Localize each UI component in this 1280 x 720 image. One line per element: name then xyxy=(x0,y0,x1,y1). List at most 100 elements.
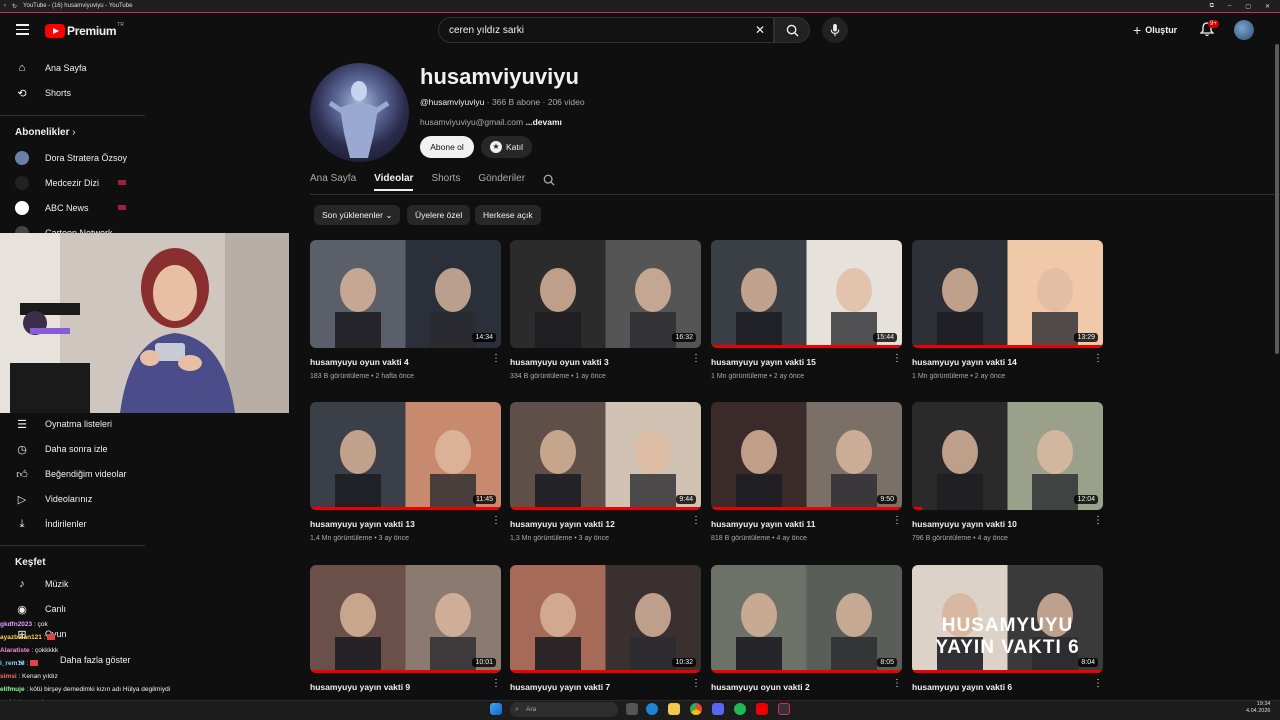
video-card[interactable]: 10:01 husamyuyu yayın vakti 9 ⋮ xyxy=(310,565,501,698)
channel-search-icon[interactable] xyxy=(543,174,555,186)
sidebar-item-liked[interactable]: 👍︎ Beğendiğim videolar xyxy=(0,462,150,486)
system-clock[interactable]: 19:34 4.04.2026 xyxy=(1246,701,1270,715)
video-thumbnail[interactable]: 10:32 xyxy=(510,565,701,673)
more-options-icon[interactable]: ⋮ xyxy=(892,354,902,364)
close-window-icon[interactable]: ✕ xyxy=(1265,3,1270,10)
tab-shorts[interactable]: Shorts xyxy=(431,173,460,191)
minimize-icon[interactable]: – xyxy=(1228,3,1231,10)
obs-icon[interactable] xyxy=(778,703,790,715)
video-card[interactable]: 9:50 husamyuyu yayın vakti 11 818 B görünt… xyxy=(711,402,902,542)
more-options-icon[interactable]: ⋮ xyxy=(892,516,902,526)
reload-icon[interactable]: ↻ xyxy=(12,3,17,10)
back-icon[interactable]: ‹ xyxy=(4,3,6,9)
video-title[interactable]: husamyuyu yayın vakti 6 xyxy=(912,682,1103,692)
sidebar-item-home[interactable]: ⌂ Ana Sayfa xyxy=(0,56,150,80)
video-thumbnail[interactable]: 13:29 xyxy=(912,240,1103,348)
video-title[interactable]: husamyuyu oyun vakti 3 xyxy=(510,357,701,367)
video-thumbnail[interactable]: 9:50 xyxy=(711,402,902,510)
extension-icon[interactable]: ⧉ xyxy=(1210,3,1214,10)
video-title[interactable]: husamyuyu oyun vakti 4 xyxy=(310,357,501,367)
video-thumbnail[interactable]: HUSAMYUYU YAYIN VAKTI 6 8:04 xyxy=(912,565,1103,673)
filter-latest[interactable]: Son yüklenenler ⌄ xyxy=(314,205,401,225)
tab-title[interactable]: YouTube - (16) husamviyuviyu - YouTube xyxy=(23,3,132,9)
video-thumbnail[interactable]: 11:45 xyxy=(310,402,501,510)
sidebar-sub-3[interactable]: ABC News xyxy=(0,196,150,220)
video-card[interactable]: 12:04 husamyuyu yayın vakti 10 796 B görün… xyxy=(912,402,1103,542)
sidebar-item-shorts[interactable]: ⟲ Shorts xyxy=(0,81,150,105)
more-options-icon[interactable]: ⋮ xyxy=(892,679,902,689)
join-button[interactable]: ★ Katıl xyxy=(481,136,532,158)
video-card[interactable]: 15:44 husamyuyu yayın vakti 15 1 Mn görünt… xyxy=(711,240,902,380)
file-explorer-icon[interactable] xyxy=(668,703,680,715)
video-title[interactable]: husamyuyu yayın vakti 13 xyxy=(310,519,501,529)
sidebar-item-watch-later[interactable]: ◷ Daha sonra izle xyxy=(0,437,150,461)
filter-members[interactable]: Üyelere özel xyxy=(407,205,471,225)
sidebar-item-playlists[interactable]: ☰ Oynatma listeleri xyxy=(0,412,150,436)
video-card[interactable]: 14:34 husamyuyu oyun vakti 4 183 B görüntü… xyxy=(310,240,501,380)
discord-icon[interactable] xyxy=(712,703,724,715)
video-title[interactable]: husamyuyu yayın vakti 12 xyxy=(510,519,701,529)
tab-posts[interactable]: Gönderiler xyxy=(478,173,525,191)
youtube-taskbar-icon[interactable] xyxy=(756,703,768,715)
windows-start-icon[interactable] xyxy=(490,703,502,715)
scrollbar-thumb[interactable] xyxy=(1275,44,1279,354)
more-options-icon[interactable]: ⋮ xyxy=(691,516,701,526)
subscriptions-heading[interactable]: Abonelikler › xyxy=(15,127,76,138)
video-title[interactable]: husamyuyu yayın vakti 11 xyxy=(711,519,902,529)
video-thumbnail[interactable]: 12:04 xyxy=(912,402,1103,510)
more-options-icon[interactable]: ⋮ xyxy=(691,354,701,364)
menu-icon[interactable] xyxy=(16,24,29,35)
video-card[interactable]: 16:32 husamyuyu oyun vakti 3 334 B görüntü… xyxy=(510,240,701,380)
sidebar-item-your-videos[interactable]: ▷ Videolarınız xyxy=(0,487,150,511)
video-thumbnail[interactable]: 8:05 xyxy=(711,565,902,673)
video-card[interactable]: 10:32 husamyuyu yayın vakti 7 ⋮ xyxy=(510,565,701,698)
taskbar-search[interactable]: ⌕ Ara xyxy=(510,702,618,717)
subscribe-button[interactable]: Abone ol xyxy=(420,136,474,158)
more-options-icon[interactable]: ⋮ xyxy=(691,679,701,689)
more-options-icon[interactable]: ⋮ xyxy=(1093,516,1103,526)
task-view-icon[interactable] xyxy=(626,703,638,715)
channel-avatar-large[interactable] xyxy=(310,63,409,162)
video-title[interactable]: husamyuyu yayın vakti 15 xyxy=(711,357,902,367)
video-thumbnail[interactable]: 9:44 xyxy=(510,402,701,510)
tab-videos[interactable]: Videolar xyxy=(374,173,414,191)
video-thumbnail[interactable]: 10:01 xyxy=(310,565,501,673)
video-thumbnail[interactable]: 15:44 xyxy=(711,240,902,348)
video-thumbnail[interactable]: 16:32 xyxy=(510,240,701,348)
video-thumbnail[interactable]: 14:34 xyxy=(310,240,501,348)
maximize-icon[interactable]: ▢ xyxy=(1245,3,1251,10)
page-scrollbar[interactable] xyxy=(1274,14,1280,700)
search-input[interactable] xyxy=(449,24,749,36)
video-title[interactable]: husamyuyu yayın vakti 10 xyxy=(912,519,1103,529)
chrome-icon[interactable] xyxy=(690,703,702,715)
sidebar-item-downloads[interactable]: ⤓ İndirilenler xyxy=(0,512,150,536)
video-title[interactable]: husamyuyu oyun vakti 2 xyxy=(711,682,902,692)
video-card[interactable]: HUSAMYUYU YAYIN VAKTI 6 8:04 husamyuyu yay… xyxy=(912,565,1103,698)
spotify-icon[interactable] xyxy=(734,703,746,715)
more-options-icon[interactable]: ⋮ xyxy=(1093,679,1103,689)
video-card[interactable]: 8:05 husamyuyu oyun vakti 2 ⋮ xyxy=(711,565,902,698)
sidebar-sub-2[interactable]: Medcezir Dizi xyxy=(0,171,150,195)
voice-search-button[interactable] xyxy=(822,17,848,43)
clear-search-icon[interactable]: ✕ xyxy=(755,23,765,37)
channel-description[interactable]: husamviyuviyu@gmail.com ...devamı xyxy=(420,117,562,127)
edge-browser-icon[interactable] xyxy=(646,703,658,715)
video-title[interactable]: husamyuyu yayın vakti 9 xyxy=(310,682,501,692)
video-card[interactable]: 9:44 husamyuyu yayın vakti 12 1,3 Mn görün… xyxy=(510,402,701,542)
tab-home[interactable]: Ana Sayfa xyxy=(310,173,356,191)
more-options-icon[interactable]: ⋮ xyxy=(1093,354,1103,364)
create-button[interactable]: + Oluştur xyxy=(1133,22,1177,38)
search-box[interactable]: ✕ xyxy=(438,17,774,43)
sidebar-item-music[interactable]: ♪ Müzik xyxy=(0,572,150,596)
youtube-logo[interactable]: Premium TR xyxy=(45,22,124,38)
sidebar-sub-1[interactable]: Dora Stratera Özsoy xyxy=(0,146,150,170)
filter-public[interactable]: Herkese açık xyxy=(475,205,541,225)
search-button[interactable] xyxy=(774,17,810,43)
more-options-icon[interactable]: ⋮ xyxy=(491,354,501,364)
video-title[interactable]: husamyuyu yayın vakti 7 xyxy=(510,682,701,692)
video-title[interactable]: husamyuyu yayın vakti 14 xyxy=(912,357,1103,367)
more-options-icon[interactable]: ⋮ xyxy=(491,679,501,689)
video-card[interactable]: 13:29 husamyuyu yayın vakti 14 1 Mn görünt… xyxy=(912,240,1103,380)
more-options-icon[interactable]: ⋮ xyxy=(491,516,501,526)
account-avatar[interactable] xyxy=(1234,20,1254,40)
